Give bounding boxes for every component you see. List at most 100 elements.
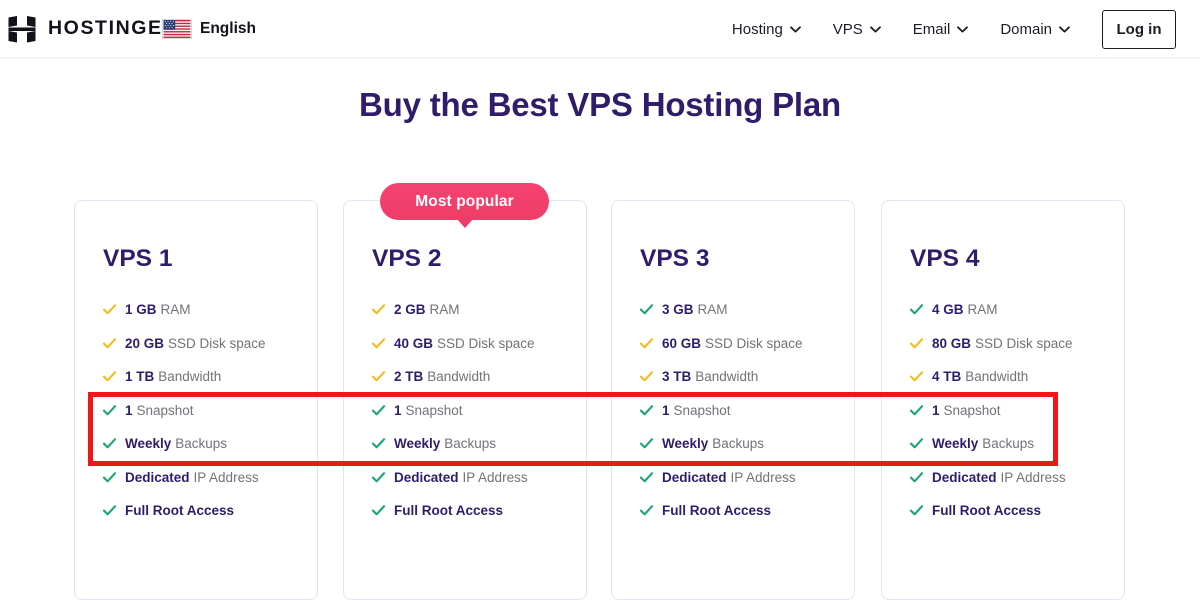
- plan-feature-label: Bandwidth: [427, 369, 491, 384]
- plan-feature: Full Root Access: [372, 503, 586, 537]
- plan-feature-text: 2 GB RAM: [394, 302, 460, 318]
- plan-feature-value: 1: [932, 402, 940, 418]
- check-icon: [103, 404, 116, 415]
- check-icon: [640, 404, 653, 415]
- plan-feature-value: Dedicated: [394, 469, 459, 485]
- plan-feature-value: 2 GB: [394, 302, 426, 317]
- check-icon: [372, 337, 385, 348]
- plan-feature: Dedicated IP Address: [910, 469, 1124, 504]
- check-icon: [910, 337, 923, 348]
- plan-feature-label: SSD Disk space: [975, 335, 1073, 351]
- check-icon: [910, 505, 923, 516]
- language-label: English: [200, 20, 256, 37]
- check-icon: [910, 371, 923, 382]
- plan-feature-label: Snapshot: [405, 402, 463, 418]
- plan-feature-value: 3 TB: [662, 369, 692, 384]
- plan-feature: 60 GB SSD Disk space: [640, 336, 854, 370]
- plan-feature-text: Dedicated IP Address: [125, 470, 259, 486]
- plan-title: VPS 3: [640, 245, 710, 272]
- plan-feature-label: SSD Disk space: [168, 335, 266, 351]
- plan-feature-text: 60 GB SSD Disk space: [662, 336, 803, 352]
- plan-feature-label: IP Address: [193, 469, 259, 485]
- plan-card-vps-4[interactable]: VPS 4 4 GB RAM 80 GB SSD Disk space 4 TB Bandw…: [881, 200, 1125, 600]
- plan-feature-label: Bandwidth: [158, 369, 222, 384]
- nav-item-vps[interactable]: VPS: [817, 21, 897, 38]
- check-icon: [103, 304, 116, 315]
- nav-label-hosting: Hosting: [731, 20, 783, 38]
- plan-feature: 20 GB SSD Disk space: [103, 336, 317, 370]
- plan-feature-text: 20 GB SSD Disk space: [125, 336, 266, 352]
- plan-feature: 3 TB Bandwidth: [640, 369, 854, 403]
- plan-feature: Weekly Backups: [103, 436, 317, 470]
- plan-feature-text: 1 TB Bandwidth: [125, 369, 221, 385]
- plan-title: VPS 2: [372, 245, 442, 272]
- plan-feature-text: 2 TB Bandwidth: [394, 369, 490, 385]
- plan-feature-label: RAM: [429, 302, 460, 317]
- plan-feature-value: Weekly: [394, 436, 441, 451]
- check-icon: [640, 505, 653, 516]
- plan-feature: 80 GB SSD Disk space: [910, 335, 1124, 370]
- plan-feature-value: 4 TB: [932, 369, 962, 384]
- check-icon: [372, 304, 385, 315]
- plan-feature-label: SSD Disk space: [437, 335, 535, 351]
- plan-feature: 1 GB RAM: [103, 302, 317, 336]
- plan-feature: 3 GB RAM: [640, 302, 854, 336]
- plan-feature-text: 1 GB RAM: [125, 302, 191, 318]
- check-icon: [372, 471, 385, 482]
- nav-label-vps: VPS: [832, 20, 863, 38]
- plan-feature-label: Snapshot: [943, 402, 1001, 418]
- plan-feature: Weekly Backups: [910, 436, 1124, 470]
- check-icon: [640, 337, 653, 348]
- check-icon: [640, 471, 653, 482]
- hostinger-h-logo-icon: [8, 15, 36, 42]
- plan-feature-label: Snapshot: [136, 402, 194, 418]
- check-icon: [910, 404, 923, 415]
- plan-feature: Full Root Access: [640, 503, 854, 537]
- language-selector[interactable]: English: [162, 14, 256, 44]
- plan-feature-label: Bandwidth: [965, 369, 1029, 384]
- plan-feature: 4 GB RAM: [910, 302, 1124, 336]
- nav-item-email[interactable]: Email: [897, 21, 985, 38]
- plan-feature: Full Root Access: [103, 503, 317, 537]
- plan-title: VPS 4: [910, 245, 980, 272]
- plan-feature-text: Full Root Access: [662, 503, 775, 519]
- check-icon: [103, 371, 116, 382]
- plan-feature-label: Full Root Access: [125, 503, 235, 518]
- plan-feature-label: RAM: [967, 302, 998, 317]
- plan-feature-text: 1 Snapshot: [394, 403, 463, 419]
- most-popular-badge: Most popular: [380, 183, 549, 220]
- plan-feature-label: Bandwidth: [695, 369, 759, 384]
- plan-feature: 1 Snapshot: [103, 402, 317, 437]
- brand-logo[interactable]: HOSTINGER: [8, 12, 178, 46]
- plan-feature-list: 1 GB RAM 20 GB SSD Disk space 1 TB Bandwidth 1…: [103, 302, 317, 537]
- plan-feature-value: Dedicated: [932, 469, 997, 485]
- plan-feature-value: Weekly: [662, 436, 709, 451]
- plan-card-vps-1[interactable]: VPS 1 1 GB RAM 20 GB SSD Disk space 1 TB Bandw…: [74, 200, 318, 600]
- plan-feature: 1 TB Bandwidth: [103, 369, 317, 403]
- plan-feature-value: 1 TB: [125, 369, 155, 384]
- plan-feature-label: IP Address: [1000, 469, 1066, 485]
- plan-feature: Dedicated IP Address: [103, 470, 317, 504]
- plan-feature-label: RAM: [160, 302, 191, 317]
- plan-feature-list: 2 GB RAM 40 GB SSD Disk space 2 TB Bandwidth 1…: [372, 302, 586, 537]
- plan-feature-text: 1 Snapshot: [662, 403, 731, 419]
- nav-item-hosting[interactable]: Hosting: [716, 21, 817, 38]
- plan-feature-value: 1: [394, 402, 402, 418]
- check-icon: [103, 337, 116, 348]
- plan-feature: Dedicated IP Address: [372, 470, 586, 504]
- check-icon: [640, 304, 653, 315]
- most-popular-badge-pointer: [456, 218, 474, 228]
- nav-item-domain[interactable]: Domain: [984, 21, 1086, 38]
- plan-feature-label: Full Root Access: [662, 503, 772, 518]
- plan-feature-label: SSD Disk space: [705, 335, 803, 351]
- plan-feature: 1 Snapshot: [640, 403, 854, 437]
- plan-feature-text: Weekly Backups: [125, 436, 227, 452]
- check-icon: [372, 505, 385, 516]
- login-button[interactable]: Log in: [1102, 9, 1176, 49]
- plan-feature-text: 1 Snapshot: [932, 403, 1001, 419]
- plan-feature-text: Weekly Backups: [394, 436, 496, 452]
- plan-feature-label: IP Address: [462, 469, 528, 485]
- plan-feature-text: Dedicated IP Address: [394, 470, 528, 486]
- plan-card-vps-3[interactable]: VPS 3 3 GB RAM 60 GB SSD Disk space 3 TB Bandw…: [611, 200, 855, 600]
- plan-card-vps-2[interactable]: VPS 2 2 GB RAM 40 GB SSD Disk space 2 TB Bandw…: [343, 200, 587, 600]
